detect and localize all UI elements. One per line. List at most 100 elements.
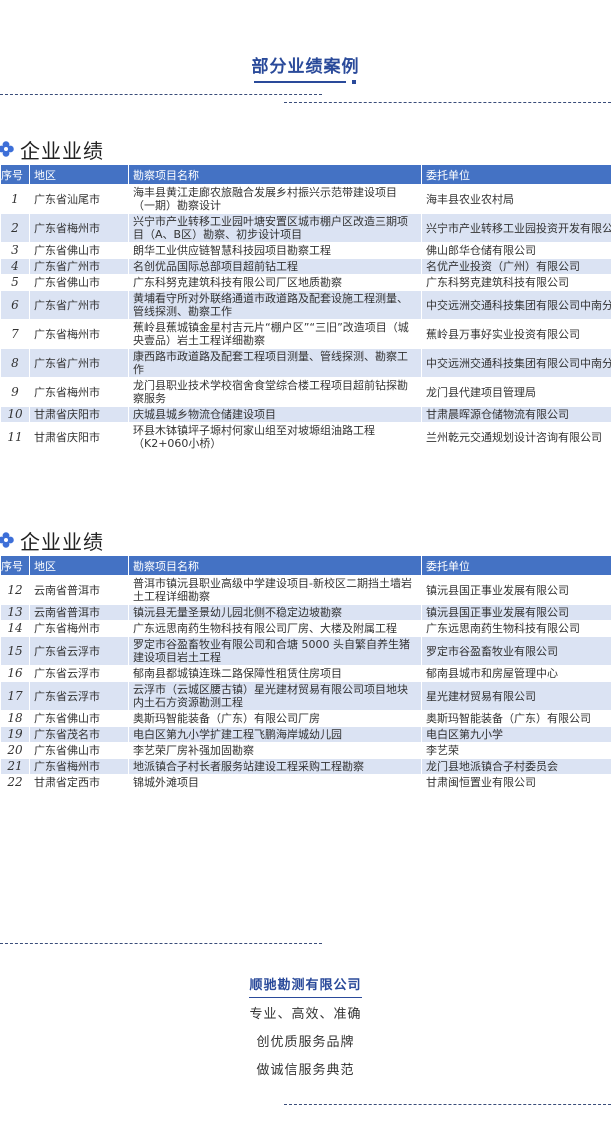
col-header-project: 勘察项目名称	[128, 164, 422, 185]
cell-region: 广东省梅州市	[29, 758, 129, 775]
cell-no: 12	[0, 575, 30, 605]
cell-region: 广东省云浮市	[29, 636, 129, 666]
section2-table: 序号 地区 勘察项目名称 委托单位 12 云南省普洱市 普洱市镇沅县职业高级中学建设…	[0, 555, 611, 791]
cell-client: 中交远洲交通科技集团有限公司中南分公司	[421, 290, 611, 320]
cell-project: 云浮市（云城区腰古镇）星光建材贸易有限公司项目地块内土石方资源勘测工程	[128, 681, 422, 711]
table-row: 6 广东省广州市 黄埔看守所对外联络通道市政道路及配套设施工程测量、管线探测、勘察工…	[0, 290, 611, 320]
cell-client: 甘肃闽恒置业有限公司	[421, 774, 611, 791]
cell-no: 2	[0, 213, 30, 243]
col-header-no: 序号	[0, 164, 30, 185]
cell-no: 13	[0, 604, 30, 621]
section2-header: 企业业绩	[0, 526, 104, 554]
cell-no: 15	[0, 636, 30, 666]
cell-no: 10	[0, 406, 30, 423]
col-header-client: 委托单位	[421, 164, 611, 185]
cell-project: 广东科努克建筑科技有限公司厂区地质勘察	[128, 274, 422, 291]
table-row: 11 甘肃省庆阳市 环县木钵镇坪子塬村何家山组至对坡塬组油路工程（K2+060小桥）…	[0, 422, 611, 452]
table-row: 8 广东省广州市 康西路市政道路及配套工程项目测量、管线探测、勘察工作 中交远洲交通科…	[0, 348, 611, 378]
table-row: 17 广东省云浮市 云浮市（云城区腰古镇）星光建材贸易有限公司项目地块内土石方资源勘…	[0, 681, 611, 711]
cell-project: 普洱市镇沅县职业高级中学建设项目-新校区二期挡土墙岩土工程详细勘察	[128, 575, 422, 605]
cell-region: 云南省普洱市	[29, 575, 129, 605]
cell-client: 甘肃晨晖源仓储物流有限公司	[421, 406, 611, 423]
cell-no: 18	[0, 710, 30, 727]
table-row: 4 广东省广州市 名创优品国际总部项目超前钻工程 名优产业投资（广州）有限公司	[0, 258, 611, 275]
cell-region: 广东省云浮市	[29, 665, 129, 682]
cell-no: 14	[0, 620, 30, 637]
cell-no: 3	[0, 242, 30, 259]
cell-project: 奥斯玛智能装备（广东）有限公司厂房	[128, 710, 422, 727]
cell-no: 4	[0, 258, 30, 275]
table-row: 10 甘肃省庆阳市 庆城县城乡物流仓储建设项目 甘肃晨晖源仓储物流有限公司	[0, 406, 611, 423]
cell-project: 环县木钵镇坪子塬村何家山组至对坡塬组油路工程（K2+060小桥）	[128, 422, 422, 452]
cell-no: 8	[0, 348, 30, 378]
cell-project: 庆城县城乡物流仓储建设项目	[128, 406, 422, 423]
cell-region: 甘肃省庆阳市	[29, 422, 129, 452]
table-row: 18 广东省佛山市 奥斯玛智能装备（广东）有限公司厂房 奥斯玛智能装备（广东）有限公司	[0, 710, 611, 727]
title-dot	[351, 80, 356, 84]
cell-region: 云南省普洱市	[29, 604, 129, 621]
cell-project: 罗定市谷盈畜牧业有限公司和合塘 5000 头自繁自养生猪建设项目岩土工程	[128, 636, 422, 666]
cell-project: 郁南县都城镇连珠二路保障性租赁住房项目	[128, 665, 422, 682]
cell-region: 广东省佛山市	[29, 242, 129, 259]
cell-region: 甘肃省庆阳市	[29, 406, 129, 423]
table-row: 3 广东省佛山市 朗华工业供应链智慧科技园项目勘察工程 佛山郎华仓储有限公司	[0, 242, 611, 259]
cell-project: 朗华工业供应链智慧科技园项目勘察工程	[128, 242, 422, 259]
cell-region: 广东省广州市	[29, 290, 129, 320]
cell-project: 海丰县黄江走廊农旅融合发展乡村振兴示范带建设项目（一期）勘察设计	[128, 184, 422, 214]
cell-client: 兴宁市产业转移工业园投资开发有限公司	[421, 213, 611, 243]
cell-client: 奥斯玛智能装备（广东）有限公司	[421, 710, 611, 727]
cell-client: 中交远洲交通科技集团有限公司中南分公司	[421, 348, 611, 378]
section2-title: 企业业绩	[20, 529, 104, 554]
table-row: 15 广东省云浮市 罗定市谷盈畜牧业有限公司和合塘 5000 头自繁自养生猪建设项目…	[0, 636, 611, 666]
table-row: 5 广东省佛山市 广东科努克建筑科技有限公司厂区地质勘察 广东科努克建筑科技有限公司	[0, 274, 611, 291]
cell-no: 5	[0, 274, 30, 291]
cell-no: 11	[0, 422, 30, 452]
cell-region: 广东省广州市	[29, 348, 129, 378]
cell-region: 广东省佛山市	[29, 274, 129, 291]
cell-client: 海丰县农业农村局	[421, 184, 611, 214]
table-row: 14 广东省梅州市 广东远思南药生物科技有限公司厂房、大楼及附属工程 广东远思南药生物…	[0, 620, 611, 637]
cell-project: 镇沅县无量圣景幼儿园北侧不稳定边坡勘察	[128, 604, 422, 621]
table-row: 2 广东省梅州市 兴宁市产业转移工业园叶塘安置区城市棚户区改造三期项目（A、B区）勘…	[0, 213, 611, 243]
cell-no: 17	[0, 681, 30, 711]
cell-project: 黄埔看守所对外联络通道市政道路及配套设施工程测量、管线探测、勘察工作	[128, 290, 422, 320]
cell-client: 广东远思南药生物科技有限公司	[421, 620, 611, 637]
section1-title: 企业业绩	[20, 138, 104, 163]
col-header-no: 序号	[0, 555, 30, 576]
footer-divider-left	[0, 943, 322, 944]
cell-region: 广东省佛山市	[29, 710, 129, 727]
slogan-1: 专业、高效、准确	[249, 1007, 362, 1022]
cell-region: 广东省云浮市	[29, 681, 129, 711]
table-row: 1 广东省汕尾市 海丰县黄江走廊农旅融合发展乡村振兴示范带建设项目（一期）勘察设计海…	[0, 184, 611, 214]
cell-region: 广东省广州市	[29, 258, 129, 275]
cell-project: 地派镇合子村长者服务站建设工程采购工程勘察	[128, 758, 422, 775]
table-row: 12 云南省普洱市 普洱市镇沅县职业高级中学建设项目-新校区二期挡土墙岩土工程详细勘…	[0, 575, 611, 605]
section1-rows: 1 广东省汕尾市 海丰县黄江走廊农旅融合发展乡村振兴示范带建设项目（一期）勘察设计海…	[0, 184, 611, 452]
cell-client: 龙门县地派镇合子村委员会	[421, 758, 611, 775]
cell-client: 兰州乾元交通规划设计咨询有限公司	[421, 422, 611, 452]
table-row: 21 广东省梅州市 地派镇合子村长者服务站建设工程采购工程勘察 龙门县地派镇合子村委员…	[0, 758, 611, 775]
cell-project: 兴宁市产业转移工业园叶塘安置区城市棚户区改造三期项目（A、B区）勘察、初步设计项…	[128, 213, 422, 243]
flower-icon	[0, 532, 14, 548]
top-divider-right	[284, 102, 611, 103]
cell-no: 6	[0, 290, 30, 320]
cell-project: 名创优品国际总部项目超前钻工程	[128, 258, 422, 275]
title-underline	[253, 81, 346, 83]
table-row: 20 广东省佛山市 李艺荣厂房补强加固勘察 李艺荣	[0, 742, 611, 759]
cell-client: 龙门县代建项目管理局	[421, 377, 611, 407]
cell-region: 广东省汕尾市	[29, 184, 129, 214]
cell-client: 电白区第九小学	[421, 726, 611, 743]
cell-project: 锦城外滩项目	[128, 774, 422, 791]
cell-client: 名优产业投资（广州）有限公司	[421, 258, 611, 275]
table-row: 16 广东省云浮市 郁南县都城镇连珠二路保障性租赁住房项目 郁南县城市和房屋管理中心	[0, 665, 611, 682]
top-divider-left	[0, 94, 322, 95]
cell-region: 广东省佛山市	[29, 742, 129, 759]
cell-region: 广东省梅州市	[29, 377, 129, 407]
cell-region: 广东省梅州市	[29, 620, 129, 637]
cell-client: 镇沅县国正事业发展有限公司	[421, 575, 611, 605]
section2-rows: 12 云南省普洱市 普洱市镇沅县职业高级中学建设项目-新校区二期挡土墙岩土工程详细勘…	[0, 575, 611, 791]
table-row: 7 广东省梅州市 蕉岭县蕉城镇金星村吉元片“棚户区”“三旧”改造项目（城央壹品）岩土…	[0, 319, 611, 349]
cell-no: 20	[0, 742, 30, 759]
cell-client: 镇沅县国正事业发展有限公司	[421, 604, 611, 621]
cell-project: 龙门县职业技术学校宿舍食堂综合楼工程项目超前钻探勘察服务	[128, 377, 422, 407]
